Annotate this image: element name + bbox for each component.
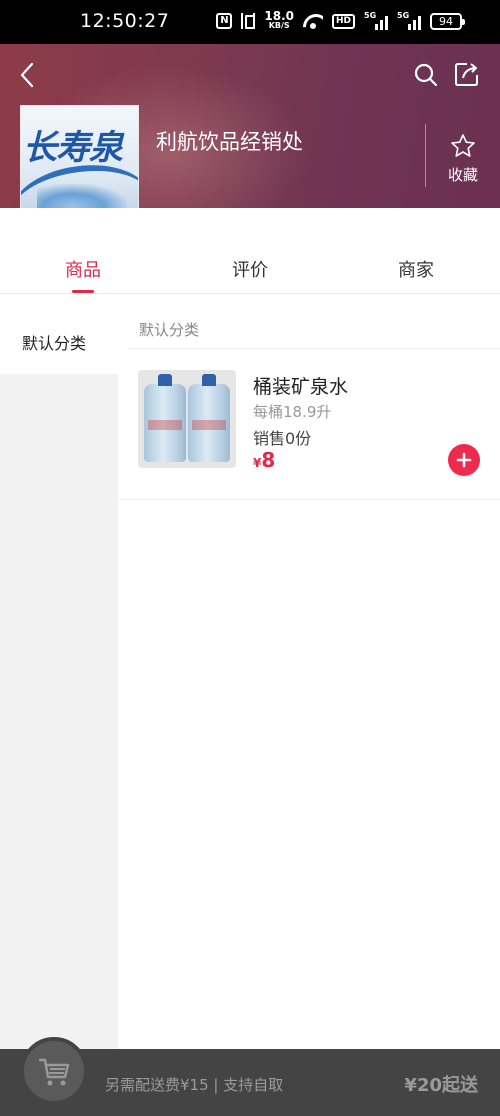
share-icon bbox=[455, 63, 478, 86]
net-speed: 18.0 KB/S bbox=[264, 9, 294, 30]
category-sidebar: 默认分类 bbox=[0, 294, 118, 1049]
tab-merchant[interactable]: 商家 bbox=[376, 256, 456, 282]
favorite-button[interactable]: 收藏 bbox=[440, 132, 486, 188]
status-icons: N 18.0 KB/S HD 5G 5G 94 bbox=[216, 9, 465, 30]
min-order-label: ¥20起送 bbox=[404, 1075, 478, 1096]
store-name: 利航饮品经销处 bbox=[156, 130, 303, 154]
price-value: 8 bbox=[261, 448, 276, 472]
share-button[interactable] bbox=[453, 60, 481, 88]
back-icon bbox=[20, 62, 34, 88]
tab-products[interactable]: 商品 bbox=[43, 256, 123, 282]
active-tab-indicator bbox=[72, 290, 94, 293]
bottle-left bbox=[144, 374, 186, 462]
plus-icon bbox=[456, 452, 472, 468]
star-icon bbox=[451, 134, 475, 157]
delivery-info: 另需配送费¥15 | 支持自取 bbox=[105, 1076, 284, 1094]
hd-icon: HD bbox=[331, 13, 355, 29]
product-name: 桶装矿泉水 bbox=[253, 376, 349, 398]
search-icon bbox=[414, 63, 438, 87]
cart-icon bbox=[38, 1058, 70, 1086]
product-item[interactable]: 桶装矿泉水 每桶18.9升 销售0份 ¥8 bbox=[118, 350, 500, 500]
header-divider bbox=[425, 124, 426, 187]
back-button[interactable] bbox=[14, 60, 42, 90]
product-list: 默认分类 桶装矿泉水 每桶18.9升 销售0份 ¥8 bbox=[118, 294, 500, 1049]
signal-icon-2: 5G bbox=[397, 11, 421, 30]
search-button[interactable] bbox=[413, 62, 439, 88]
section-title: 默认分类 bbox=[139, 321, 200, 339]
section-divider bbox=[128, 348, 500, 349]
cart-bar: 另需配送费¥15 | 支持自取 ¥20起送 bbox=[0, 1037, 500, 1116]
vibrate-icon bbox=[241, 13, 256, 29]
add-to-cart-button[interactable] bbox=[448, 444, 480, 476]
store-logo: 长寿泉 bbox=[20, 105, 139, 208]
category-item-default[interactable]: 默认分类 bbox=[0, 294, 118, 374]
nfc-icon: N bbox=[216, 13, 233, 29]
product-spec: 每桶18.9升 bbox=[253, 403, 332, 421]
battery-icon: 94 bbox=[430, 12, 465, 30]
status-time: 12:50:27 bbox=[80, 10, 170, 32]
net-speed-unit: KB/S bbox=[268, 21, 290, 30]
cart-button[interactable] bbox=[20, 1037, 88, 1105]
tab-bar: 商品 评价 商家 bbox=[0, 208, 500, 294]
tab-reviews[interactable]: 评价 bbox=[210, 256, 290, 282]
app-root: 12:50:27 N 18.0 KB/S HD 5G 5G 94 长寿泉 利航饮… bbox=[0, 0, 500, 1116]
status-bar: 12:50:27 N 18.0 KB/S HD 5G 5G 94 bbox=[0, 0, 500, 44]
store-header: 长寿泉 利航饮品经销处 收藏 bbox=[0, 44, 500, 208]
net-speed-value: 18.0 bbox=[264, 9, 294, 23]
wifi-icon bbox=[303, 14, 323, 29]
product-price: ¥8 bbox=[253, 448, 275, 472]
product-image[interactable] bbox=[138, 370, 236, 468]
favorite-label: 收藏 bbox=[447, 166, 478, 184]
signal-icon-1: 5G bbox=[364, 11, 388, 30]
logo-text: 长寿泉 bbox=[23, 128, 123, 168]
bottle-right bbox=[188, 374, 230, 462]
product-sales: 销售0份 bbox=[253, 429, 312, 448]
